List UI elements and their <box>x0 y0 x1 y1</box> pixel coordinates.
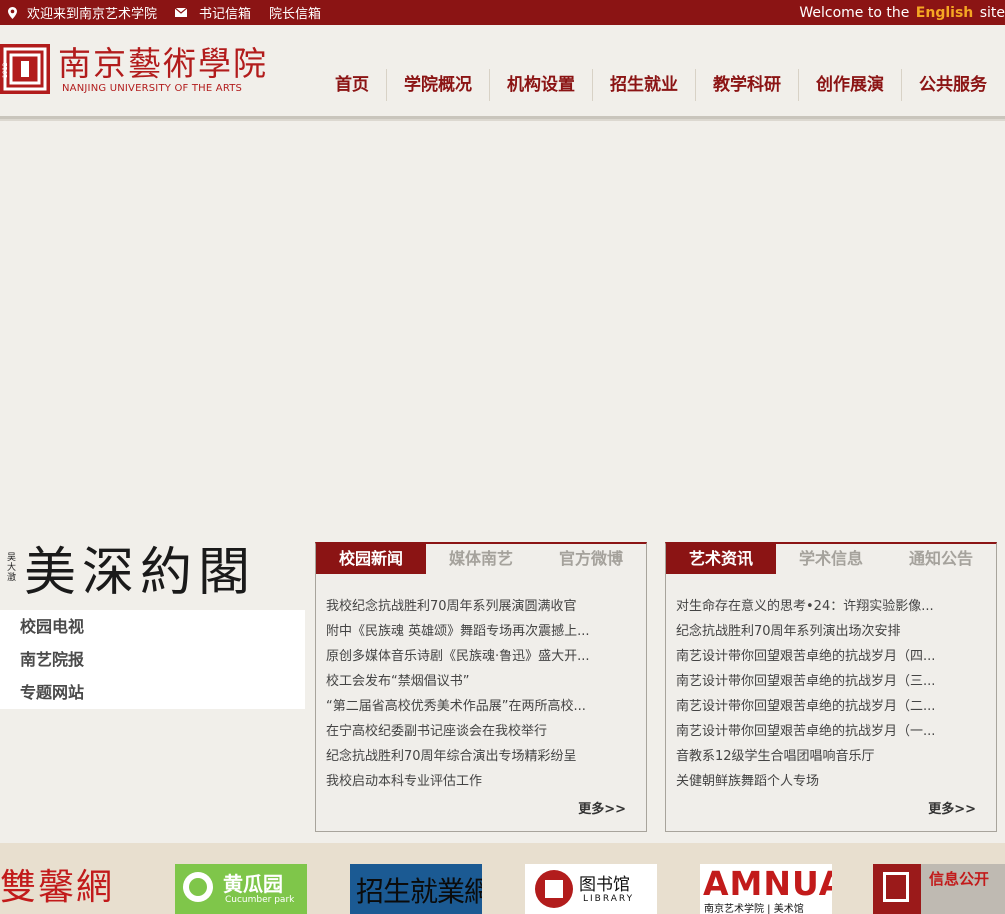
art-info-more-link[interactable]: 更多>> <box>928 798 976 817</box>
library-emblem-icon <box>535 870 573 908</box>
list-item[interactable]: 原创多媒体音乐诗剧《民族魂·鲁迅》盛大开... <box>326 644 626 669</box>
info-disclosure-logo[interactable]: 信息公开 <box>873 864 1005 914</box>
art-info-list: 对生命存在意义的思考•24：许翔实验影像... 纪念抗战胜利70周年系列演出场次… <box>676 594 976 794</box>
library-text: 图书馆 <box>579 875 630 895</box>
list-item[interactable]: 在宁高校纪委副书记座谈会在我校举行 <box>326 719 626 744</box>
logo-year: 1912 <box>2 63 9 78</box>
nav-teaching-research[interactable]: 教学科研 <box>696 69 799 101</box>
nav-performances[interactable]: 创作展演 <box>799 69 902 101</box>
english-prefix: Welcome to the <box>799 4 910 21</box>
english-site-link[interactable]: Welcome to the English site <box>799 0 1005 25</box>
secretary-mailbox-link[interactable]: 书记信箱 <box>199 3 251 22</box>
shuangxin-logo[interactable]: 雙馨網 <box>0 864 135 914</box>
side-menu: 校园电视 南艺院报 专题网站 <box>0 610 305 709</box>
news-panel: 校园新闻 媒体南艺 官方微博 我校纪念抗战胜利70周年系列展演圆满收官 附中《民… <box>315 542 647 832</box>
side-item-campus-tv[interactable]: 校园电视 <box>0 610 305 643</box>
english-word: English <box>915 4 974 21</box>
tab-art-info[interactable]: 艺术资讯 <box>666 544 776 574</box>
admissions-text: 招生就業網 <box>356 875 482 908</box>
tab-academic-info[interactable]: 学术信息 <box>776 544 886 574</box>
library-sub: LIBRARY <box>583 894 635 904</box>
footer-links: 雙馨網 黄瓜园 Cucumber park 招生就業網 图书馆 LIBRARY … <box>0 843 1005 914</box>
mail-icon <box>175 8 188 17</box>
side-item-newspaper[interactable]: 南艺院报 <box>0 643 305 676</box>
info-disclosure-emblem-icon <box>873 864 921 914</box>
amnua-text: AMNUA <box>703 864 832 903</box>
list-item[interactable]: 我校启动本科专业评估工作 <box>326 769 626 794</box>
header-divider-lower <box>0 119 1005 121</box>
tab-weibo[interactable]: 官方微博 <box>536 544 646 574</box>
logo-chinese-name[interactable]: 南京藝術學院 <box>58 45 268 83</box>
tab-media[interactable]: 媒体南艺 <box>426 544 536 574</box>
university-emblem-icon[interactable]: 1912 <box>0 44 50 94</box>
list-item[interactable]: 校工会发布“禁烟倡议书” <box>326 669 626 694</box>
welcome-text: 欢迎来到南京艺术学院 <box>27 7 158 22</box>
admissions-logo[interactable]: 招生就業網 <box>350 864 482 914</box>
library-logo[interactable]: 图书馆 LIBRARY <box>525 864 657 914</box>
news-more-link[interactable]: 更多>> <box>578 798 626 817</box>
nav-about[interactable]: 学院概况 <box>387 69 490 101</box>
list-item[interactable]: 南艺设计带你回望艰苦卓绝的抗战岁月（三... <box>676 669 976 694</box>
president-mailbox-link[interactable]: 院长信箱 <box>269 3 321 22</box>
logo-english-name: NANJING UNIVERSITY OF THE ARTS <box>62 83 243 94</box>
art-info-panel: 艺术资讯 学术信息 通知公告 对生命存在意义的思考•24：许翔实验影像... 纪… <box>665 542 997 832</box>
site-header: 1912 南京藝術學院 NANJING UNIVERSITY OF THE AR… <box>0 25 1005 117</box>
nav-home[interactable]: 首页 <box>318 69 387 101</box>
list-item[interactable]: 南艺设计带你回望艰苦卓绝的抗战岁月（二... <box>676 694 976 719</box>
list-item[interactable]: 对生命存在意义的思考•24：许翔实验影像... <box>676 594 976 619</box>
cucumber-icon <box>183 872 213 902</box>
location-pin-icon <box>8 6 17 19</box>
tab-notices[interactable]: 通知公告 <box>886 544 996 574</box>
top-bar-left: 欢迎来到南京艺术学院 书记信箱 院长信箱 <box>8 0 333 25</box>
tab-campus-news[interactable]: 校园新闻 <box>316 544 426 574</box>
amnua-sub: 南京艺术学院 | 美术馆 <box>704 904 804 914</box>
news-list: 我校纪念抗战胜利70周年系列展演圆满收官 附中《民族魂 英雄颂》舞蹈专场再次震撼… <box>326 594 626 794</box>
list-item[interactable]: 我校纪念抗战胜利70周年系列展演圆满收官 <box>326 594 626 619</box>
list-item[interactable]: “第二届省高校优秀美术作品展”在两所高校... <box>326 694 626 719</box>
info-disclosure-text: 信息公开 <box>929 870 990 888</box>
cucumber-park-logo[interactable]: 黄瓜园 Cucumber park <box>175 864 307 914</box>
top-bar: 欢迎来到南京艺术学院 书记信箱 院长信箱 Welcome to the Engl… <box>0 0 1005 25</box>
calligraphy-signature: 吴大澂 <box>5 552 15 582</box>
calligraphy-banner[interactable]: 吴大澂 美深約閣 <box>0 540 305 608</box>
list-item[interactable]: 音教系12级学生合唱团唱响音乐厅 <box>676 744 976 769</box>
list-item[interactable]: 附中《民族魂 英雄颂》舞蹈专场再次震撼上... <box>326 619 626 644</box>
calligraphy-title: 美深約閣 <box>24 543 257 603</box>
nav-public-services[interactable]: 公共服务 <box>902 69 1005 101</box>
main-nav: 首页 学院概况 机构设置 招生就业 教学科研 创作展演 公共服务 <box>318 69 1005 101</box>
nav-admissions[interactable]: 招生就业 <box>593 69 696 101</box>
hero-banner <box>0 122 1005 514</box>
nav-departments[interactable]: 机构设置 <box>490 69 593 101</box>
english-suffix: site <box>979 4 1005 21</box>
news-tabs: 校园新闻 媒体南艺 官方微博 <box>316 544 646 576</box>
list-item[interactable]: 南艺设计带你回望艰苦卓绝的抗战岁月（一... <box>676 719 976 744</box>
side-item-topic-sites[interactable]: 专题网站 <box>0 676 305 709</box>
list-item[interactable]: 纪念抗战胜利70周年综合演出专场精彩纷呈 <box>326 744 626 769</box>
shuangxin-text: 雙馨網 <box>0 867 115 908</box>
cucumber-park-text: 黄瓜园 <box>223 872 283 896</box>
list-item[interactable]: 关健朝鲜族舞蹈个人专场 <box>676 769 976 794</box>
list-item[interactable]: 纪念抗战胜利70周年系列演出场次安排 <box>676 619 976 644</box>
list-item[interactable]: 南艺设计带你回望艰苦卓绝的抗战岁月（四... <box>676 644 976 669</box>
amnua-logo[interactable]: AMNUA 南京艺术学院 | 美术馆 <box>700 864 832 914</box>
art-info-tabs: 艺术资讯 学术信息 通知公告 <box>666 544 996 576</box>
cucumber-park-sub: Cucumber park <box>225 895 295 905</box>
